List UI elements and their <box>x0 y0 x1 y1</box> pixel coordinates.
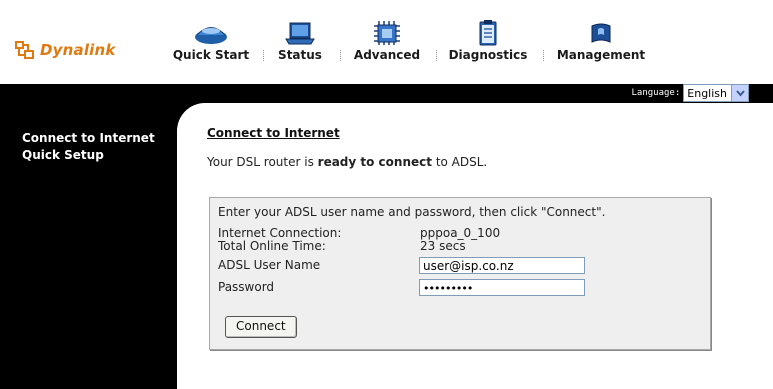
dynalink-logo-icon <box>15 41 34 59</box>
internet-connection-value: pppoa_0_100 <box>420 226 501 240</box>
nav-quick-start[interactable]: Quick Start <box>172 18 250 62</box>
nav-status[interactable]: Status <box>274 18 326 62</box>
nav-label: Status <box>278 48 322 62</box>
online-time-label: Total Online Time: <box>218 239 326 253</box>
username-label: ADSL User Name <box>218 258 321 272</box>
status-message: Your DSL router is ready to connect to A… <box>207 155 487 169</box>
sidebar-item-connect-to-internet[interactable]: Connect to Internet <box>22 130 172 147</box>
clipboard-icon <box>479 20 497 46</box>
chevron-down-icon[interactable] <box>731 85 748 101</box>
wrench-icon <box>591 23 611 43</box>
page-title[interactable]: Connect to Internet <box>207 126 340 140</box>
chip-icon <box>374 21 400 45</box>
language-selector: Language: English <box>631 84 749 102</box>
sidebar-item-quick-setup[interactable]: Quick Setup <box>22 147 172 164</box>
nav-divider <box>543 50 545 61</box>
status-emphasis: ready to connect <box>317 155 432 169</box>
language-value: English <box>687 86 727 100</box>
nav-label: Diagnostics <box>448 48 528 62</box>
brand-logo[interactable]: Dynalink <box>14 40 116 60</box>
nav-management[interactable]: Management <box>556 18 646 62</box>
nav-divider <box>263 50 265 61</box>
nav-divider <box>340 50 342 61</box>
language-label: Language: <box>631 88 681 98</box>
nav-advanced[interactable]: Advanced <box>352 18 422 62</box>
nav-divider <box>436 50 438 61</box>
form-instructions: Enter your ADSL user name and password, … <box>218 205 606 219</box>
connect-button[interactable]: Connect <box>225 316 297 338</box>
status-prefix: Your DSL router is <box>207 155 318 169</box>
brand-name: Dynalink <box>40 41 116 59</box>
password-input[interactable]: ••••••••• <box>419 279 585 296</box>
header: Dynalink Quick Start Status Advanced Dia… <box>0 0 773 84</box>
username-input[interactable]: user@isp.co.nz <box>419 257 585 274</box>
nav-label: Advanced <box>353 48 421 62</box>
password-label: Password <box>218 280 275 294</box>
language-select[interactable]: English <box>683 84 749 102</box>
sidebar: Connect to Internet Quick Setup <box>22 130 172 164</box>
nav-label: Quick Start <box>172 48 250 62</box>
online-time-value: 23 secs <box>420 239 466 253</box>
status-suffix: to ADSL. <box>432 155 488 169</box>
modem-icon <box>195 27 227 44</box>
main-content: Connect to Internet Your DSL router is r… <box>177 103 773 389</box>
laptop-icon <box>285 22 315 45</box>
connect-form: Enter your ADSL user name and password, … <box>209 197 711 350</box>
nav-diagnostics[interactable]: Diagnostics <box>446 18 530 62</box>
nav-label: Management <box>556 48 646 62</box>
internet-connection-label: Internet Connection: <box>218 226 342 240</box>
